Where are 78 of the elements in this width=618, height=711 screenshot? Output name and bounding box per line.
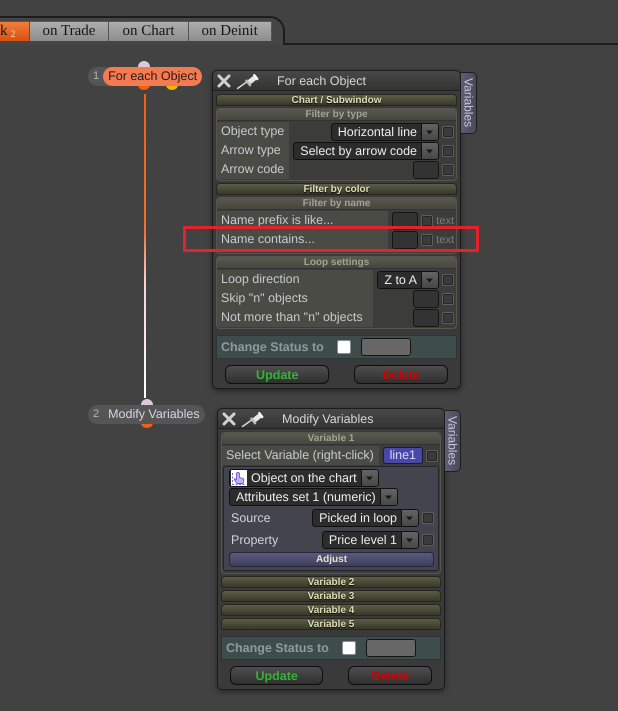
caret-icon <box>421 272 438 288</box>
hand-icon <box>231 470 247 486</box>
checkbox[interactable] <box>422 512 434 524</box>
port-icon <box>138 61 150 67</box>
field-label: Not more than "n" objects <box>217 308 374 327</box>
field-label: Select Variable (right-click) <box>222 446 379 465</box>
input-field[interactable] <box>413 160 439 178</box>
checkbox[interactable] <box>426 450 438 462</box>
section-header[interactable]: Variable 5 <box>221 618 441 630</box>
node[interactable]: 1 For each Object <box>88 67 202 86</box>
status-label: Change Status to <box>226 641 329 655</box>
field-label: Arrow type <box>217 141 290 160</box>
checkbox[interactable] <box>442 144 454 156</box>
suffix-label: text <box>436 234 454 246</box>
panel-title: Modify Variables <box>282 412 374 426</box>
section-header[interactable]: Variable 4 <box>221 604 441 616</box>
section-header[interactable]: Filter by color <box>216 183 457 195</box>
checkbox[interactable] <box>336 340 351 354</box>
dropdown[interactable]: Picked in loop <box>312 508 419 526</box>
update-button[interactable]: Update <box>225 365 330 384</box>
input-field[interactable] <box>413 308 439 326</box>
suffix-label: text <box>436 214 454 226</box>
field-label: Object type <box>217 122 290 141</box>
field-label: Skip "n" objects <box>217 289 374 308</box>
checkbox[interactable] <box>421 234 434 246</box>
input-field[interactable] <box>366 639 416 657</box>
caret-icon <box>401 532 418 548</box>
adjust-button[interactable]: Adjust <box>229 552 434 567</box>
checkbox[interactable] <box>342 641 356 655</box>
pin-icon[interactable] <box>241 410 265 428</box>
port-icon <box>141 399 153 405</box>
dropdown[interactable]: Select by arrow code <box>293 142 439 160</box>
input-field[interactable] <box>413 290 439 308</box>
checkbox[interactable] <box>442 164 454 176</box>
variable-button[interactable]: line1 <box>382 447 423 464</box>
section-header[interactable]: Variable 2 <box>221 576 441 588</box>
panel-title: For each Object <box>277 74 366 88</box>
input-field[interactable] <box>392 230 418 248</box>
checkbox[interactable] <box>442 274 454 286</box>
caret-icon <box>421 124 438 140</box>
checkbox[interactable] <box>422 534 434 546</box>
tab[interactable]: on Trade <box>28 21 110 41</box>
close-icon[interactable] <box>217 74 231 88</box>
tab[interactable]: on Deinit <box>188 21 272 41</box>
field-label: Property <box>230 532 280 546</box>
node-number: 2 <box>93 407 100 422</box>
side-tab[interactable]: Variables <box>445 410 461 472</box>
field-label: Arrow code <box>217 160 290 179</box>
tab[interactable]: on Chart <box>108 21 189 41</box>
caret-icon <box>380 489 397 505</box>
pin-icon[interactable] <box>236 72 260 90</box>
input-field[interactable] <box>360 338 411 356</box>
caret-icon <box>360 470 378 486</box>
node-title: Modify Variables <box>107 406 201 423</box>
close-icon[interactable] <box>222 412 236 426</box>
status-label: Change Status to <box>221 340 324 354</box>
dropdown[interactable]: Attributes set 1 (numeric) <box>229 488 398 506</box>
dropdown[interactable]: Z to A <box>377 270 439 288</box>
field-label: Name contains... <box>217 230 388 249</box>
field-label: Loop direction <box>217 270 374 289</box>
checkbox[interactable] <box>442 312 454 324</box>
node-number: 1 <box>93 69 100 84</box>
caret-icon <box>421 142 438 158</box>
tab-number: 2 <box>10 28 16 41</box>
dropdown[interactable]: Object on the chart <box>229 469 379 487</box>
checkbox[interactable] <box>442 292 454 304</box>
field-label: Source <box>230 510 272 524</box>
node[interactable]: 2 Modify Variables <box>88 405 205 424</box>
side-tab[interactable]: Variables <box>461 72 477 134</box>
caret-icon <box>401 510 418 526</box>
checkbox[interactable] <box>442 126 454 138</box>
checkbox[interactable] <box>421 214 434 226</box>
update-button[interactable]: Update <box>230 666 324 685</box>
section-header[interactable]: Variable 3 <box>221 590 441 602</box>
dropdown[interactable]: Price level 1 <box>322 530 419 548</box>
section-header[interactable]: Chart / Subwindow <box>216 94 457 106</box>
dropdown[interactable]: Horizontal line <box>330 122 439 140</box>
node-title: For each Object <box>103 67 202 86</box>
